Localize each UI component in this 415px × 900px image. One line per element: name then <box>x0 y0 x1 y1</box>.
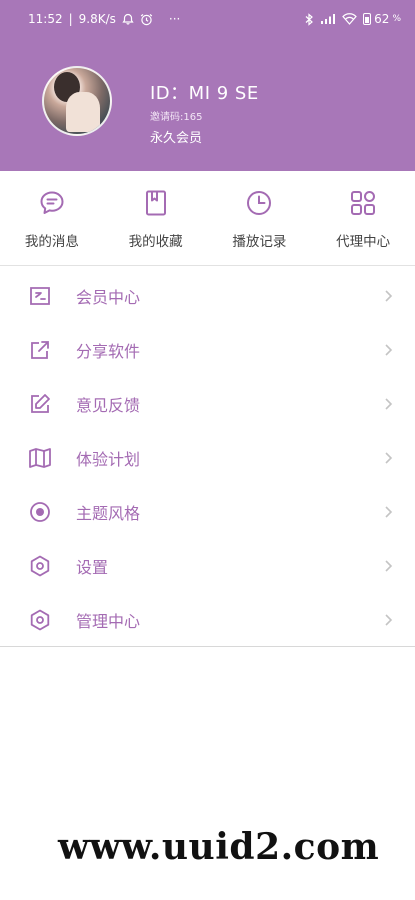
battery-level: 62 <box>374 12 390 26</box>
clock-icon <box>247 191 272 215</box>
book-icon <box>28 446 52 470</box>
quick-action-messages[interactable]: 我的消息 <box>0 171 104 265</box>
share-icon <box>28 338 52 362</box>
menu-label: 分享软件 <box>76 342 141 361</box>
quick-action-label: 代理中心 <box>336 234 391 250</box>
wifi-icon <box>342 13 357 25</box>
quick-action-history[interactable]: 播放记录 <box>208 171 312 265</box>
menu-label: 设置 <box>76 558 109 577</box>
membership-status: 永久会员 <box>150 131 203 146</box>
menu-divider <box>0 646 415 647</box>
quick-action-agent-center[interactable]: 代理中心 <box>311 171 415 265</box>
quick-action-label: 我的收藏 <box>128 234 183 250</box>
chevron-right-icon <box>385 398 393 410</box>
quick-actions-bar: 我的消息 我的收藏 播放记录 代理中心 <box>0 171 415 266</box>
menu-label: 管理中心 <box>76 612 141 631</box>
status-net-speed: 9.8K/s <box>78 12 116 26</box>
menu-item-member-center[interactable]: 会员中心 <box>0 269 415 323</box>
quick-action-favorites[interactable]: 我的收藏 <box>104 171 208 265</box>
bookmark-icon <box>145 190 166 216</box>
status-bar: 11:52 | 9.8K/s ··· 62% <box>28 12 401 26</box>
profile-header: 11:52 | 9.8K/s ··· 62% ID：MI 9 SE 邀请码:16… <box>0 0 415 171</box>
chevron-right-icon <box>385 614 393 626</box>
menu-label: 意见反馈 <box>76 396 141 415</box>
target-icon <box>28 500 52 524</box>
battery-indicator: 62% <box>363 12 401 26</box>
menu-item-feedback[interactable]: 意见反馈 <box>0 377 415 431</box>
status-more: ··· <box>168 12 181 26</box>
chevron-right-icon <box>385 290 393 302</box>
settings-icon <box>28 554 52 578</box>
signal-icon <box>321 14 336 24</box>
battery-icon <box>363 13 372 25</box>
chevron-right-icon <box>385 506 393 518</box>
grid-icon <box>351 191 376 215</box>
menu-item-experience-plan[interactable]: 体验计划 <box>0 431 415 485</box>
quick-action-label: 播放记录 <box>232 234 287 250</box>
bell-icon <box>122 13 134 25</box>
message-icon <box>40 191 64 214</box>
menu-label: 会员中心 <box>76 288 141 307</box>
settings-menu: 会员中心 分享软件 意见反馈 体验计划 主题风格 设置 管理中心 <box>0 269 415 647</box>
quick-action-label: 我的消息 <box>24 234 79 250</box>
menu-item-settings[interactable]: 设置 <box>0 539 415 593</box>
watermark-text: www.uuid2.com <box>58 826 380 868</box>
alarm-icon <box>140 13 153 25</box>
chevron-right-icon <box>385 560 393 572</box>
menu-item-theme-style[interactable]: 主题风格 <box>0 485 415 539</box>
member-card-icon <box>28 284 52 308</box>
avatar[interactable] <box>42 66 112 136</box>
admin-icon <box>28 608 52 632</box>
bluetooth-icon <box>305 12 314 26</box>
status-time: 11:52 <box>28 12 63 26</box>
chevron-right-icon <box>385 344 393 356</box>
invite-code: 邀请码:165 <box>150 112 203 123</box>
menu-item-admin-center[interactable]: 管理中心 <box>0 593 415 647</box>
user-id: ID：MI 9 SE <box>150 83 259 104</box>
edit-icon <box>28 392 52 416</box>
menu-label: 主题风格 <box>76 504 141 523</box>
chevron-right-icon <box>385 452 393 464</box>
menu-label: 体验计划 <box>76 450 141 469</box>
menu-item-share-app[interactable]: 分享软件 <box>0 323 415 377</box>
